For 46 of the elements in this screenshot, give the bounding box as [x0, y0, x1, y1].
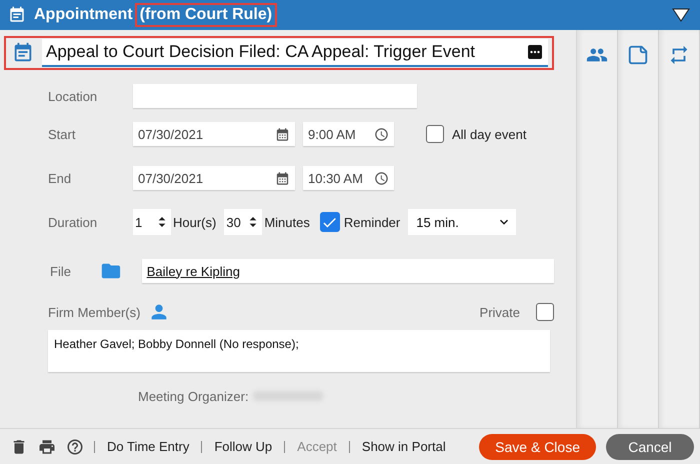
- unit-label: Minutes: [264, 214, 310, 230]
- checkbox[interactable]: [426, 125, 444, 143]
- number-field[interactable]: 30: [224, 209, 262, 235]
- footer-link[interactable]: Do Time Entry: [105, 439, 192, 454]
- window-title: Appointment: [34, 6, 133, 24]
- date-field[interactable]: 07/30/2021: [133, 122, 295, 146]
- field-label: Location: [48, 88, 98, 104]
- checkbox-label: Reminder: [344, 214, 400, 230]
- more-icon[interactable]: [528, 45, 542, 59]
- clock-icon: [374, 126, 389, 142]
- file-link[interactable]: Bailey re Kipling: [146, 264, 240, 278]
- collapse-icon[interactable]: [672, 8, 690, 22]
- organizer-label: Meeting Organizer:: [138, 388, 249, 404]
- unit-label: Hour(s): [173, 214, 216, 230]
- field-label: Start: [48, 126, 76, 142]
- date-field[interactable]: 07/30/2021: [133, 166, 295, 190]
- footer-link[interactable]: Show in Portal: [360, 439, 448, 454]
- field-label: End: [48, 170, 72, 186]
- save-close-button[interactable]: Save & Close: [479, 434, 596, 460]
- calendar-icon: [275, 170, 290, 186]
- field-label: File: [49, 264, 72, 278]
- calendar-icon: [8, 6, 26, 24]
- checkbox[interactable]: [536, 303, 554, 321]
- reminder-dropdown[interactable]: 15 min.: [408, 209, 516, 235]
- field-label: Firm Member(s): [48, 304, 140, 320]
- repeat-icon[interactable]: [668, 44, 690, 66]
- field-label: Duration: [48, 214, 98, 230]
- cancel-button[interactable]: Cancel: [606, 434, 694, 460]
- calendar-icon: [275, 126, 290, 142]
- time-field[interactable]: 9:00 AM: [303, 122, 394, 146]
- checkbox[interactable]: [320, 212, 340, 232]
- help-icon[interactable]: [66, 438, 84, 456]
- printer-icon[interactable]: [38, 438, 56, 456]
- note-icon[interactable]: [627, 44, 649, 66]
- subject-field[interactable]: Appeal to Court Decision Filed: CA Appeal: Trigger Event: [42, 39, 548, 67]
- file-field[interactable]: Bailey re Kipling: [142, 259, 554, 283]
- location-field[interactable]: [133, 84, 417, 108]
- footer-link[interactable]: Follow Up: [212, 439, 274, 454]
- checkbox-label: Private: [480, 304, 520, 320]
- members-field[interactable]: Heather Gavel; Bobby Donnell (No response);: [48, 330, 550, 372]
- number-field[interactable]: 1: [133, 209, 171, 235]
- clock-icon: [374, 170, 389, 186]
- calendar-icon: [12, 42, 34, 64]
- time-field[interactable]: 10:30 AM: [303, 166, 394, 190]
- checkbox-label: All day event: [452, 126, 526, 142]
- window-subtitle: (from Court Rule): [134, 3, 278, 27]
